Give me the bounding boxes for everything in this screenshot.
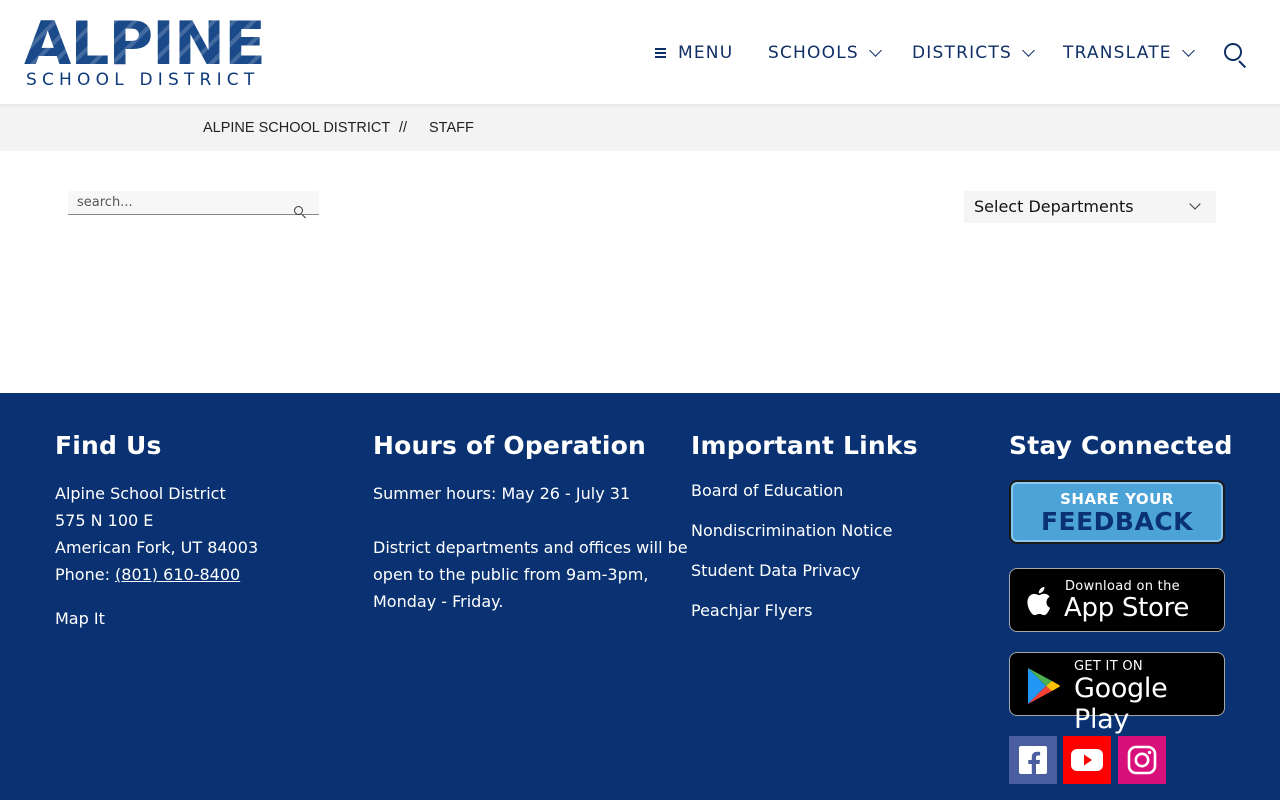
menu-icon bbox=[655, 46, 666, 61]
apple-icon bbox=[1027, 586, 1051, 616]
breadcrumb-separator: // bbox=[399, 120, 408, 136]
hours-line-2: open to the public from 9am-3pm, bbox=[373, 565, 649, 584]
link-board-of-education[interactable]: Board of Education bbox=[691, 477, 843, 504]
breadcrumb: ALPINE SCHOOL DISTRICT // STAFF bbox=[0, 104, 1280, 151]
feedback-line-2: FEEDBACK bbox=[1040, 507, 1194, 536]
hours-line-3: Monday - Friday. bbox=[373, 592, 504, 611]
translate-label: TRANSLATE bbox=[1063, 43, 1172, 63]
link-peachjar-flyers[interactable]: Peachjar Flyers bbox=[691, 597, 812, 624]
departments-select-value: Select Departments bbox=[974, 197, 1134, 216]
chevron-down-icon bbox=[1022, 43, 1035, 57]
districts-dropdown[interactable]: DISTRICTS bbox=[912, 40, 1035, 66]
feedback-line-1: SHARE YOUR bbox=[1060, 490, 1174, 508]
chevron-down-icon bbox=[869, 43, 882, 57]
schools-label: SCHOOLS bbox=[768, 43, 859, 63]
departments-select[interactable]: Select Departments bbox=[964, 191, 1216, 223]
staff-search-input[interactable] bbox=[68, 191, 288, 214]
phone-link[interactable]: (801) 610-8400 bbox=[115, 565, 240, 584]
app-store-badge[interactable]: Download on the App Store bbox=[1009, 568, 1225, 632]
logo-wordmark: ALPINE bbox=[24, 9, 266, 79]
summer-hours: Summer hours: May 26 - July 31 bbox=[373, 484, 631, 503]
translate-dropdown[interactable]: TRANSLATE bbox=[1063, 40, 1195, 66]
youtube-icon[interactable] bbox=[1063, 736, 1111, 784]
app-store-small-text: Download on the bbox=[1065, 579, 1180, 594]
hours-heading: Hours of Operation bbox=[373, 431, 646, 460]
search-icon[interactable] bbox=[1222, 42, 1248, 69]
menu-button[interactable]: MENU bbox=[655, 40, 733, 66]
address-name: Alpine School District bbox=[55, 484, 226, 503]
instagram-icon[interactable] bbox=[1118, 736, 1166, 784]
google-play-big-text: Google Play bbox=[1074, 673, 1168, 735]
chevron-down-icon bbox=[1189, 198, 1201, 210]
link-nondiscrimination-notice[interactable]: Nondiscrimination Notice bbox=[691, 517, 892, 544]
site-header: ALPINE SCHOOL DISTRICT MENU SCHOOLS DIST… bbox=[0, 0, 1280, 104]
link-student-data-privacy[interactable]: Student Data Privacy bbox=[691, 557, 860, 584]
google-play-icon bbox=[1028, 668, 1060, 704]
phone-line: Phone: (801) 610-8400 bbox=[55, 561, 240, 588]
district-logo[interactable]: ALPINE SCHOOL DISTRICT bbox=[24, 14, 286, 90]
map-it-link[interactable]: Map It bbox=[55, 605, 105, 632]
google-play-badge[interactable]: GET IT ON Google Play bbox=[1009, 652, 1225, 735]
share-feedback-button[interactable]: SHARE YOUR FEEDBACK bbox=[1009, 480, 1225, 544]
phone-label: Phone: bbox=[55, 565, 110, 584]
hours-line-1: District departments and offices will be bbox=[373, 538, 688, 557]
google-play-small-text: GET IT ON bbox=[1074, 659, 1143, 674]
logo-subtitle: SCHOOL DISTRICT bbox=[26, 70, 260, 90]
chevron-down-icon bbox=[1181, 43, 1195, 57]
site-footer: Find Us Alpine School District 575 N 100… bbox=[0, 393, 1280, 800]
address-city: American Fork, UT 84003 bbox=[55, 538, 259, 557]
search-icon[interactable] bbox=[294, 206, 307, 219]
schools-dropdown[interactable]: SCHOOLS bbox=[768, 40, 882, 66]
stay-connected-heading: Stay Connected bbox=[1009, 431, 1233, 460]
app-store-big-text: App Store bbox=[1064, 593, 1190, 623]
breadcrumb-home-link[interactable]: ALPINE SCHOOL DISTRICT bbox=[203, 120, 390, 136]
staff-search bbox=[68, 191, 319, 219]
breadcrumb-current: STAFF bbox=[429, 120, 474, 136]
facebook-icon[interactable] bbox=[1009, 736, 1057, 784]
find-us-heading: Find Us bbox=[55, 431, 162, 460]
districts-label: DISTRICTS bbox=[912, 43, 1012, 63]
address-street: 575 N 100 E bbox=[55, 511, 154, 530]
important-links-heading: Important Links bbox=[691, 431, 918, 460]
menu-label: MENU bbox=[678, 43, 734, 63]
